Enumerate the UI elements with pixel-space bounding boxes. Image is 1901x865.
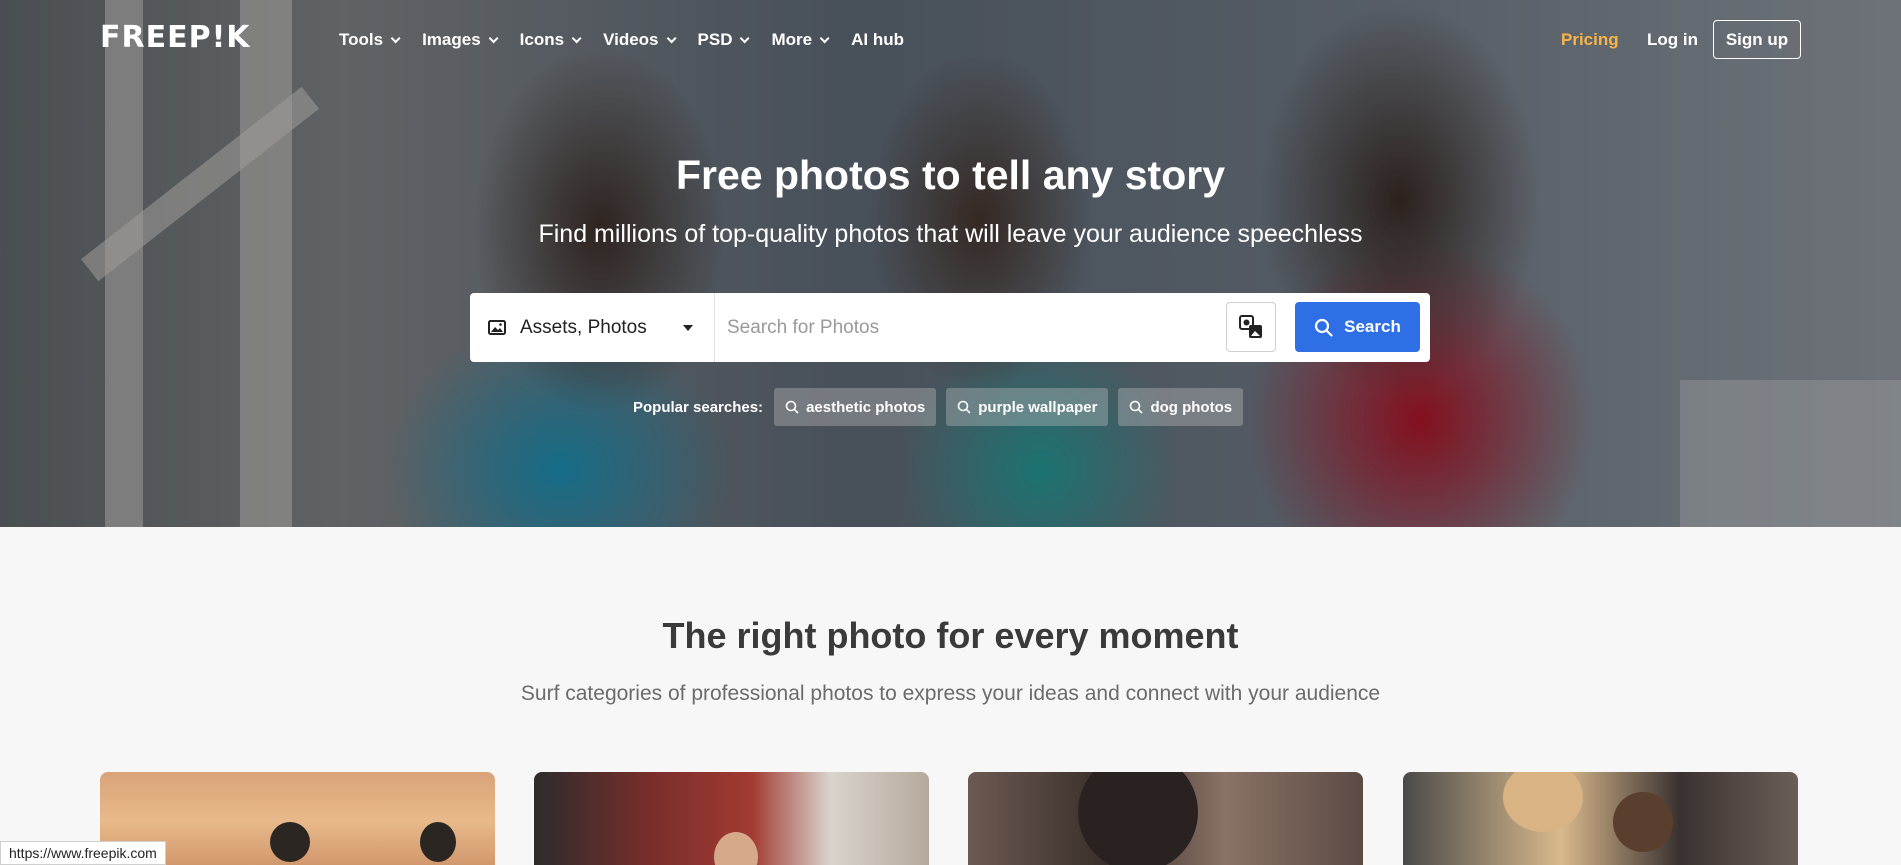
menu-item-images[interactable]: Images bbox=[422, 28, 499, 52]
signup-button[interactable]: Sign up bbox=[1713, 20, 1801, 59]
menu-item-more[interactable]: More bbox=[771, 28, 830, 52]
photo-subject bbox=[420, 822, 456, 862]
popular-searches: Popular searches: aesthetic photos purpl… bbox=[633, 388, 1253, 426]
menu-item-psd[interactable]: PSD bbox=[697, 28, 751, 52]
top-nav: FREEP!K Tools Images Icons Videos PSD Mo… bbox=[0, 0, 1901, 80]
caret-down-icon bbox=[683, 325, 693, 331]
popular-search-tag[interactable]: purple wallpaper bbox=[946, 388, 1109, 426]
menu-item-label: Videos bbox=[603, 30, 659, 49]
chevron-down-icon bbox=[571, 32, 582, 43]
popular-search-tag[interactable]: aesthetic photos bbox=[774, 388, 937, 426]
photo-subject bbox=[1078, 772, 1198, 865]
chevron-down-icon bbox=[390, 32, 401, 43]
status-bar-url: https://www.freepik.com bbox=[0, 841, 166, 865]
search-icon bbox=[1130, 400, 1144, 414]
menu-item-ai-hub[interactable]: AI hub bbox=[851, 28, 904, 52]
menu-item-label: More bbox=[771, 30, 813, 49]
menu-item-label: Tools bbox=[339, 30, 384, 49]
category-card[interactable] bbox=[968, 772, 1363, 865]
popular-search-label: aesthetic photos bbox=[806, 398, 926, 416]
search-button-label: Search bbox=[1344, 317, 1401, 336]
asset-type-select[interactable]: Assets, Photos bbox=[470, 293, 715, 362]
image-icon bbox=[488, 320, 506, 335]
popular-search-label: purple wallpaper bbox=[978, 398, 1098, 416]
chevron-down-icon bbox=[666, 32, 677, 43]
menu-item-label: Icons bbox=[519, 30, 565, 49]
main-menu: Tools Images Icons Videos PSD More AI hu… bbox=[339, 28, 929, 52]
popular-search-tag[interactable]: dog photos bbox=[1118, 388, 1244, 426]
chevron-down-icon bbox=[819, 32, 830, 43]
chevron-down-icon bbox=[740, 32, 751, 43]
section-title: The right photo for every moment bbox=[662, 615, 1239, 656]
photo-subject bbox=[1503, 772, 1583, 832]
menu-item-videos[interactable]: Videos bbox=[603, 28, 677, 52]
search-by-image-button[interactable] bbox=[1226, 302, 1276, 352]
category-card[interactable] bbox=[1403, 772, 1798, 865]
photo-subject bbox=[1613, 792, 1673, 852]
photo-subject bbox=[714, 832, 758, 865]
popular-searches-label: Popular searches: bbox=[633, 398, 764, 416]
asset-type-label: Assets, Photos bbox=[520, 316, 647, 338]
menu-item-label: Images bbox=[422, 30, 481, 49]
menu-item-icons[interactable]: Icons bbox=[519, 28, 582, 52]
search-bar: Assets, Photos Search bbox=[470, 293, 1430, 362]
search-button[interactable]: Search bbox=[1295, 302, 1420, 352]
pricing-link[interactable]: Pricing bbox=[1561, 30, 1619, 50]
section-subtitle: Surf categories of professional photos t… bbox=[520, 682, 1381, 705]
chevron-down-icon bbox=[488, 32, 499, 43]
search-icon bbox=[1315, 318, 1333, 337]
menu-item-label: AI hub bbox=[851, 30, 904, 49]
login-link[interactable]: Log in bbox=[1647, 30, 1698, 50]
menu-item-tools[interactable]: Tools bbox=[339, 28, 401, 52]
menu-item-label: PSD bbox=[697, 30, 733, 49]
image-search-icon bbox=[1239, 315, 1262, 338]
category-card[interactable] bbox=[534, 772, 929, 865]
search-icon bbox=[785, 400, 799, 414]
hero-subtitle: Find millions of top-quality photos that… bbox=[538, 220, 1363, 248]
photo-subject bbox=[270, 822, 310, 862]
search-input[interactable] bbox=[727, 310, 1177, 345]
search-icon bbox=[957, 400, 971, 414]
popular-search-label: dog photos bbox=[1150, 398, 1233, 416]
freepik-logo[interactable]: FREEP!K bbox=[100, 20, 251, 55]
hero-title: Free photos to tell any story bbox=[675, 152, 1226, 198]
